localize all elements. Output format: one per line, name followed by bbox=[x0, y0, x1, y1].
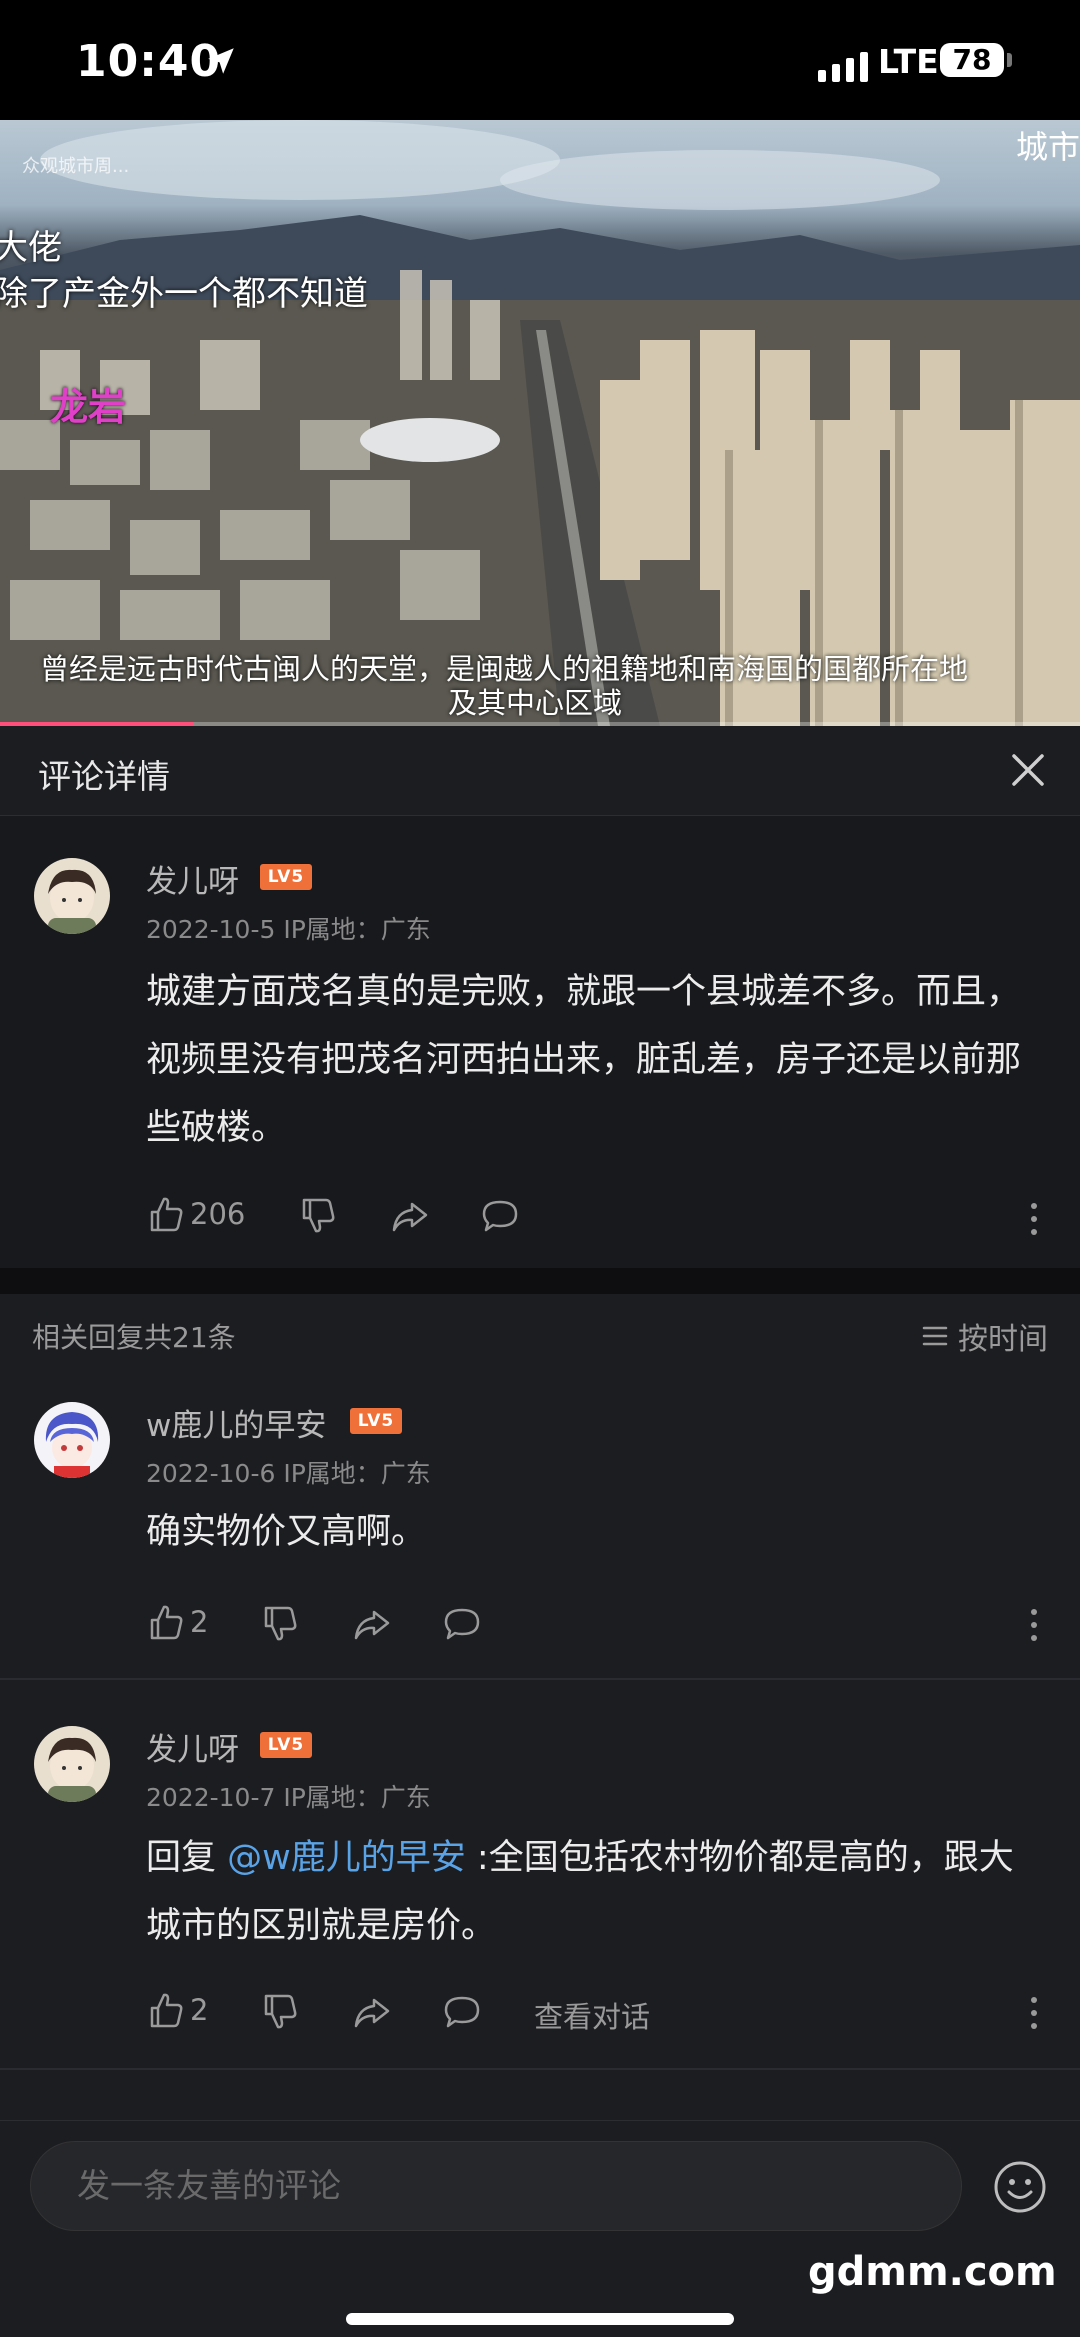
dislike-button[interactable] bbox=[260, 1604, 300, 1644]
comment-ip: IP属地：广东 bbox=[283, 1459, 431, 1488]
replies-header: 相关回复共21条 按时间 bbox=[0, 1294, 1080, 1380]
like-button[interactable]: 2 bbox=[146, 1990, 208, 2030]
dislike-button[interactable] bbox=[260, 1992, 300, 2032]
comment-ip: IP属地：广东 bbox=[283, 1783, 431, 1812]
like-count: 206 bbox=[190, 1197, 246, 1231]
reply-prefix: 回复 bbox=[146, 1838, 228, 1878]
reply-button[interactable] bbox=[442, 1992, 482, 2032]
comment-bubble-icon bbox=[444, 1608, 480, 1640]
share-icon bbox=[354, 1610, 390, 1640]
avatar-illustration bbox=[34, 1726, 110, 1802]
replies-count: 相关回复共21条 bbox=[32, 1321, 236, 1354]
emoji-icon[interactable] bbox=[992, 2159, 1048, 2215]
video-subtitle: 及其中心区域 bbox=[448, 686, 623, 720]
comment-detail-header: 评论详情 bbox=[0, 726, 1080, 816]
share-icon bbox=[354, 1998, 390, 2028]
thumbs-up-icon bbox=[150, 1197, 183, 1232]
like-button[interactable]: 206 bbox=[146, 1194, 245, 1234]
comment-text: 回复 @w鹿儿的早安 :全国包括农村物价都是高的，跟大城市的区别就是房价。 bbox=[146, 1824, 1026, 1960]
comment-date: 2022-10-5 bbox=[146, 915, 276, 944]
status-bar: 10:40 LTE 78 bbox=[0, 0, 1080, 120]
user-mention[interactable]: @w鹿儿的早安 bbox=[227, 1838, 466, 1878]
share-button[interactable] bbox=[352, 1992, 392, 2032]
username[interactable]: w鹿儿的早安 bbox=[146, 1400, 326, 1445]
divider bbox=[0, 2068, 1080, 2070]
network-type: LTE bbox=[878, 42, 939, 81]
reply-button[interactable] bbox=[480, 1196, 520, 1236]
avatar[interactable] bbox=[34, 858, 110, 934]
comment-bubble-icon bbox=[482, 1200, 518, 1232]
close-icon[interactable] bbox=[1006, 748, 1050, 792]
comment-meta: 2022-10-6 IP属地：广东 bbox=[146, 1454, 431, 1490]
signal-icon bbox=[818, 52, 868, 82]
comment-input[interactable]: 发一条友善的评论 bbox=[30, 2141, 962, 2231]
replies-list: w鹿儿的早安 LV5 2022-10-6 IP属地：广东 确实物价又高啊。 2 … bbox=[0, 1380, 1080, 2120]
level-badge: LV5 bbox=[260, 1732, 312, 1758]
level-badge: LV5 bbox=[260, 864, 312, 890]
thumbs-up-icon bbox=[150, 1605, 183, 1640]
divider bbox=[0, 1678, 1080, 1680]
video-watermark: 众观城市周... bbox=[22, 156, 130, 177]
sort-label: 按时间 bbox=[958, 1322, 1048, 1357]
share-button[interactable] bbox=[352, 1604, 392, 1644]
video-overlay-text: 大佬 bbox=[0, 228, 62, 268]
site-watermark: gdmm.com bbox=[808, 2249, 1057, 2295]
share-button[interactable] bbox=[390, 1196, 430, 1236]
comment-input-bar: 发一条友善的评论 gdmm.com bbox=[0, 2120, 1080, 2337]
video-city-label: 龙岩 bbox=[50, 385, 127, 429]
list-icon bbox=[922, 1326, 948, 1346]
like-count: 2 bbox=[190, 1605, 209, 1639]
battery-tip bbox=[1007, 53, 1012, 67]
comment-date: 2022-10-7 bbox=[146, 1783, 276, 1812]
sort-button[interactable]: 按时间 bbox=[920, 1314, 1048, 1358]
avatar[interactable] bbox=[34, 1726, 110, 1802]
comment-detail-title: 评论详情 bbox=[38, 757, 170, 796]
avatar-illustration bbox=[34, 858, 110, 934]
video-caption-cut: 城市 bbox=[1015, 128, 1080, 166]
thumbs-up-icon bbox=[150, 1993, 183, 2028]
thumbs-down-icon bbox=[264, 1606, 297, 1641]
comment-meta: 2022-10-5 IP属地：广东 bbox=[146, 910, 431, 946]
home-indicator[interactable] bbox=[346, 2313, 734, 2325]
username[interactable]: 发儿呀 bbox=[146, 1724, 239, 1769]
status-time: 10:40 bbox=[76, 36, 222, 87]
username[interactable]: 发儿呀 bbox=[146, 856, 239, 901]
avatar-illustration bbox=[34, 1402, 110, 1478]
location-arrow-icon bbox=[208, 48, 234, 74]
comment-ip: IP属地：广东 bbox=[283, 915, 431, 944]
thumbs-down-icon bbox=[302, 1198, 335, 1233]
comment-text: 确实物价又高啊。 bbox=[146, 1512, 427, 1552]
section-separator bbox=[0, 1268, 1080, 1294]
dislike-button[interactable] bbox=[298, 1196, 338, 1236]
comment-bubble-icon bbox=[444, 1996, 480, 2028]
more-options-icon[interactable] bbox=[1029, 1202, 1039, 1236]
more-options-icon[interactable] bbox=[1029, 1996, 1039, 2030]
like-button[interactable]: 2 bbox=[146, 1602, 208, 1642]
comment-meta: 2022-10-7 IP属地：广东 bbox=[146, 1778, 431, 1814]
video-overlay-text: 除了产金外一个都不知道 bbox=[0, 274, 368, 314]
thumbs-down-icon bbox=[264, 1994, 297, 2029]
video-player[interactable]: 众观城市周... 城市 大佬 除了产金外一个都不知道 龙岩 曾经是远古时代古闽人… bbox=[0, 120, 1080, 726]
battery-icon: 78 bbox=[940, 43, 1004, 77]
reply-button[interactable] bbox=[442, 1604, 482, 1644]
comment-date: 2022-10-6 bbox=[146, 1459, 276, 1488]
level-badge: LV5 bbox=[350, 1408, 402, 1434]
view-conversation-link[interactable]: 查看对话 bbox=[534, 1994, 650, 2036]
like-count: 2 bbox=[190, 1993, 209, 2027]
city-aerial-scene bbox=[0, 120, 1080, 726]
comment-text: 城建方面茂名真的是完败，就跟一个县城差不多。而且，视频里没有把茂名河西拍出来，脏… bbox=[146, 972, 1022, 1148]
share-icon bbox=[392, 1202, 428, 1232]
avatar[interactable] bbox=[34, 1402, 110, 1478]
more-options-icon[interactable] bbox=[1029, 1608, 1039, 1642]
main-comment: 发儿呀 LV5 2022-10-5 IP属地：广东 城建方面茂名真的是完败，就跟… bbox=[0, 816, 1080, 1268]
